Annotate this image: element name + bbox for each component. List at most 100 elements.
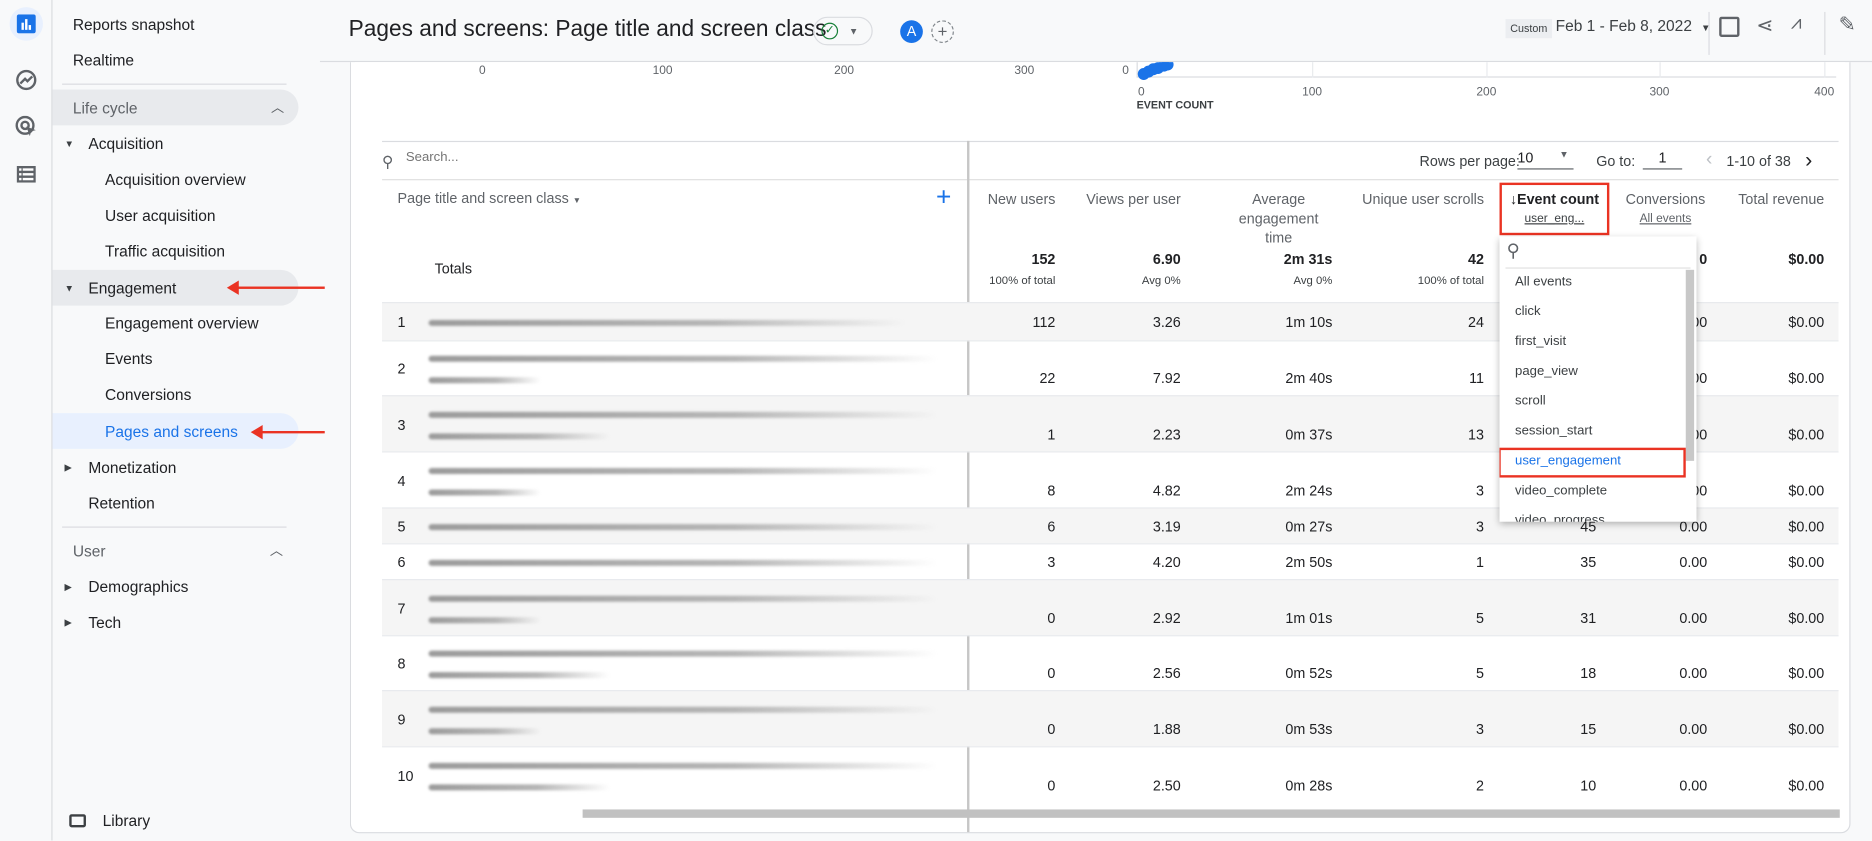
page-title-blurred[interactable] — [428, 762, 938, 769]
column-header[interactable]: Unique user scrolls — [1329, 190, 1484, 209]
cell-value: 5 — [1476, 664, 1484, 682]
cell-value: 22 — [1039, 370, 1056, 387]
horizontal-scrollbar[interactable] — [582, 809, 1840, 818]
section-user[interactable]: User ︿ — [73, 532, 288, 568]
check-circle-icon: ✓ — [821, 22, 839, 40]
sidebar-item-traffic-acquisition[interactable]: Traffic acquisition — [105, 233, 225, 269]
prev-page-icon[interactable]: ‹ — [1706, 149, 1712, 170]
sidebar-item-realtime[interactable]: Realtime — [73, 42, 134, 78]
dimension-selector[interactable]: Page title and screen class ▼ — [398, 190, 582, 207]
cell-value: 1 — [1476, 553, 1484, 571]
edit-pencil-icon[interactable]: ✎ — [1839, 13, 1856, 37]
sidebar: Reports snapshot Realtime Life cycle ︿ ▼ A… — [52, 0, 320, 840]
advertising-icon[interactable] — [10, 110, 43, 143]
sidebar-item-library[interactable]: Library — [69, 802, 150, 838]
page-title-blurred[interactable] — [428, 411, 938, 418]
report-status-button[interactable]: ✓ ▼ — [813, 16, 873, 46]
dropdown-option[interactable]: session_start — [1515, 424, 1592, 438]
sidebar-item-reports-snapshot[interactable]: Reports snapshot — [73, 6, 195, 42]
page-title-blurred[interactable] — [428, 559, 938, 566]
sidebar-item-acquisition-overview[interactable]: Acquisition overview — [105, 161, 246, 197]
insights-icon[interactable]: ⩘ — [1791, 13, 1802, 34]
table-row[interactable]: 8 0 2.56 0m 52s 5 18 0.00 $0.00 — [382, 635, 1839, 690]
customize-report-icon[interactable] — [1719, 16, 1740, 38]
cell-value: 3.26 — [1152, 313, 1181, 331]
date-range-button[interactable]: Feb 1 - Feb 8, 2022 ▼ — [1556, 17, 1711, 35]
totals-value: 2m 31s — [1283, 250, 1333, 268]
dropdown-option[interactable]: video_complete — [1515, 484, 1607, 498]
column-header[interactable]: Average engagement time — [1189, 190, 1332, 247]
conversion-filter-select[interactable]: All events — [1614, 213, 1717, 226]
next-page-icon[interactable]: › — [1805, 148, 1812, 173]
sidebar-item-acquisition[interactable]: ▼ Acquisition — [64, 125, 163, 161]
dropdown-option[interactable]: page_view — [1515, 364, 1578, 378]
column-header[interactable]: Total revenue — [1669, 190, 1824, 209]
table-row[interactable]: 9 0 1.88 0m 53s 3 15 0.00 $0.00 — [382, 690, 1839, 747]
explore-icon[interactable] — [10, 63, 43, 96]
cell-value: 0m 27s — [1285, 518, 1333, 535]
page-title-blurred[interactable] — [428, 355, 938, 362]
table-row[interactable]: 6 3 4.20 2m 50s 1 35 0.00 $0.00 — [382, 543, 1839, 579]
rows-per-page-select[interactable]: 10 ▼ — [1517, 149, 1574, 170]
configure-icon[interactable] — [10, 158, 43, 191]
goto-input[interactable]: 1 — [1642, 149, 1683, 170]
table-search-input[interactable] — [405, 150, 765, 165]
table-row[interactable]: 7 0 2.92 1m 01s 5 31 0.00 $0.00 — [382, 579, 1839, 636]
totals-value: 42 — [1468, 250, 1484, 268]
cell-value: 2m 40s — [1285, 370, 1333, 387]
comparison-avatar[interactable]: A — [900, 20, 923, 43]
cell-value: 0 — [1047, 721, 1056, 738]
cell-value: $0.00 — [1788, 518, 1825, 535]
reports-icon[interactable] — [9, 7, 43, 41]
dropdown-option[interactable]: first_visit — [1515, 334, 1566, 348]
dropdown-option[interactable]: scroll — [1515, 394, 1546, 408]
page-title-blurred[interactable] — [428, 595, 938, 602]
row-index: 9 — [397, 710, 406, 728]
page-title-blurred[interactable] — [428, 524, 938, 531]
sidebar-item-conversions[interactable]: Conversions — [105, 376, 191, 412]
caret-right-icon: ▶ — [64, 580, 72, 592]
page-title-blurred[interactable] — [428, 650, 938, 657]
sidebar-item-tech[interactable]: ▶ Tech — [64, 604, 121, 640]
row-index: 3 — [397, 416, 406, 433]
dropdown-option[interactable]: click — [1515, 304, 1541, 318]
page-title-blurred — [428, 616, 541, 623]
share-icon[interactable]: ⋖ — [1756, 14, 1773, 38]
rows-per-page-label: Rows per page: — [1419, 152, 1520, 170]
section-life-cycle[interactable]: Life cycle ︿ — [52, 89, 299, 126]
gridline — [1486, 62, 1488, 78]
cell-value: $0.00 — [1788, 313, 1825, 331]
dropdown-option[interactable]: video_progress — [1515, 513, 1605, 521]
cell-value: 2.92 — [1152, 610, 1181, 627]
page-title-blurred[interactable] — [428, 706, 938, 713]
cell-value: 0m 53s — [1285, 721, 1333, 738]
cell-value: 2.23 — [1152, 426, 1181, 443]
selected-event-highlight — [1499, 447, 1686, 478]
sidebar-item-demographics[interactable]: ▶ Demographics — [64, 568, 188, 604]
row-index: 5 — [397, 518, 406, 535]
x-tick-label: 400 — [1814, 85, 1835, 100]
sidebar-item-events[interactable]: Events — [105, 340, 152, 376]
page-title-blurred[interactable] — [428, 467, 938, 474]
column-header[interactable]: Views per user — [1026, 190, 1181, 209]
cell-value: 2 — [1476, 777, 1484, 794]
cell-value: 2m 50s — [1285, 553, 1333, 571]
x-tick-label: 0 — [1138, 85, 1145, 100]
dropdown-option[interactable]: All events — [1515, 275, 1572, 289]
cell-value: 4.82 — [1152, 482, 1181, 500]
goto-label: Go to: — [1596, 152, 1636, 170]
page-title-blurred — [428, 488, 541, 495]
date-range: Feb 1 - Feb 8, 2022 — [1555, 16, 1692, 35]
table-row[interactable]: 10 0 2.50 0m 28s 2 10 0.00 $0.00 — [382, 746, 1839, 802]
dropdown-scrollbar[interactable] — [1685, 269, 1695, 461]
x-tick-label: 100 — [652, 64, 673, 78]
totals-label: Totals — [434, 260, 473, 277]
sidebar-item-monetization[interactable]: ▶ Monetization — [64, 449, 176, 485]
sidebar-item-engagement-overview[interactable]: Engagement overview — [105, 304, 259, 340]
page-title-blurred[interactable] — [428, 319, 905, 326]
caret-right-icon: ▶ — [64, 616, 72, 628]
header: Pages and screens: Page title and screen… — [319, 0, 1872, 63]
sidebar-item-retention[interactable]: Retention — [88, 485, 154, 521]
sidebar-item-user-acquisition[interactable]: User acquisition — [105, 197, 215, 233]
add-comparison-icon[interactable]: + — [931, 20, 954, 43]
